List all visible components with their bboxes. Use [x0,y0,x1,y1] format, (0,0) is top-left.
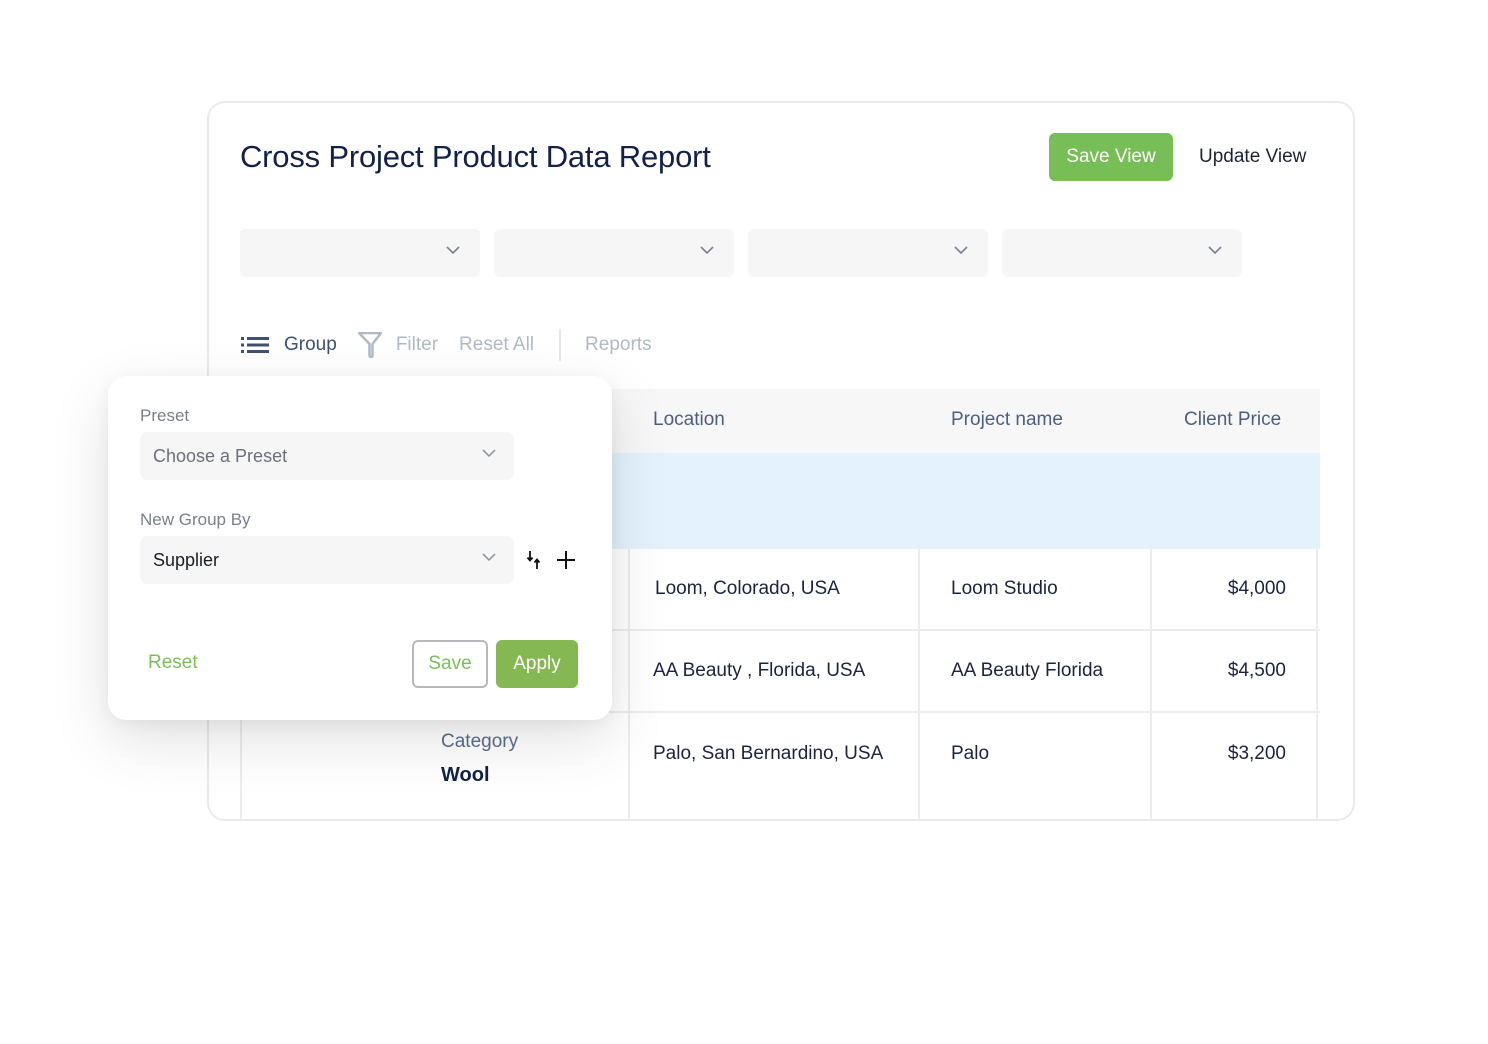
group-label: Group [284,334,337,355]
column-header-location[interactable]: Location [653,409,725,431]
chevron-down-icon [954,246,968,255]
preset-placeholder: Choose a Preset [153,445,288,466]
popup-reset-button[interactable]: Reset [148,652,198,674]
group-by-select[interactable]: Supplier [140,536,514,584]
group-by-label: New Group By [140,510,251,529]
sort-order-button[interactable] [526,550,542,573]
list-icon [241,337,269,353]
cell-location: AA Beauty , Florida, USA [653,660,866,681]
filter-button[interactable]: Filter [357,332,439,358]
table-row[interactable]: Palo, San Bernardino, USA Palo $3,200 [240,713,1320,819]
cell-client-price: $3,200 [1227,743,1286,764]
group-cell-label: Category [441,731,519,752]
group-by-popup: Preset Choose a Preset New Group By Supp… [108,376,612,720]
cell-location: Palo, San Bernardino, USA [653,743,884,764]
filter-dropdown-2[interactable] [494,229,734,277]
toolbar-divider [559,329,562,361]
popup-save-button[interactable]: Save [412,640,488,688]
preset-select[interactable]: Choose a Preset [140,432,514,480]
preset-label: Preset [140,406,190,425]
chevron-down-icon [482,553,496,562]
filter-dropdown-4[interactable] [1002,229,1242,277]
group-button[interactable]: Group [240,334,337,356]
filter-label: Filter [395,334,439,355]
popup-apply-button[interactable]: Apply [496,640,578,688]
add-group-button[interactable] [556,550,576,573]
toolbar: Group Filter Reset All Reports [240,329,673,361]
group-cell-value: Wool [441,764,490,786]
save-view-button[interactable]: Save View [1049,133,1173,181]
plus-icon [557,551,575,569]
page-title: Cross Project Product Data Report [240,139,711,174]
sort-icon [526,551,541,569]
update-view-button[interactable]: Update View [1199,133,1306,181]
chevron-down-icon [482,449,496,458]
column-header-client-price[interactable]: Client Price [1184,409,1281,431]
cell-client-price: $4,000 [1227,578,1286,599]
filter-dropdown-1[interactable] [240,229,480,277]
chevron-down-icon [1208,246,1222,255]
cell-project-name: Palo [951,743,990,764]
cell-project-name: Loom Studio [951,578,1058,599]
reports-button[interactable]: Reports [585,334,652,356]
reset-all-button[interactable]: Reset All [459,334,534,356]
cell-location: Loom, Colorado, USA [655,578,840,599]
group-by-value: Supplier [153,549,220,570]
cell-client-price: $4,500 [1227,660,1286,681]
filter-icon [357,332,382,358]
chevron-down-icon [446,246,460,255]
column-header-project-name[interactable]: Project name [951,409,1063,431]
filter-dropdown-3[interactable] [748,229,988,277]
cell-project-name: AA Beauty Florida [951,660,1104,681]
chevron-down-icon [700,246,714,255]
